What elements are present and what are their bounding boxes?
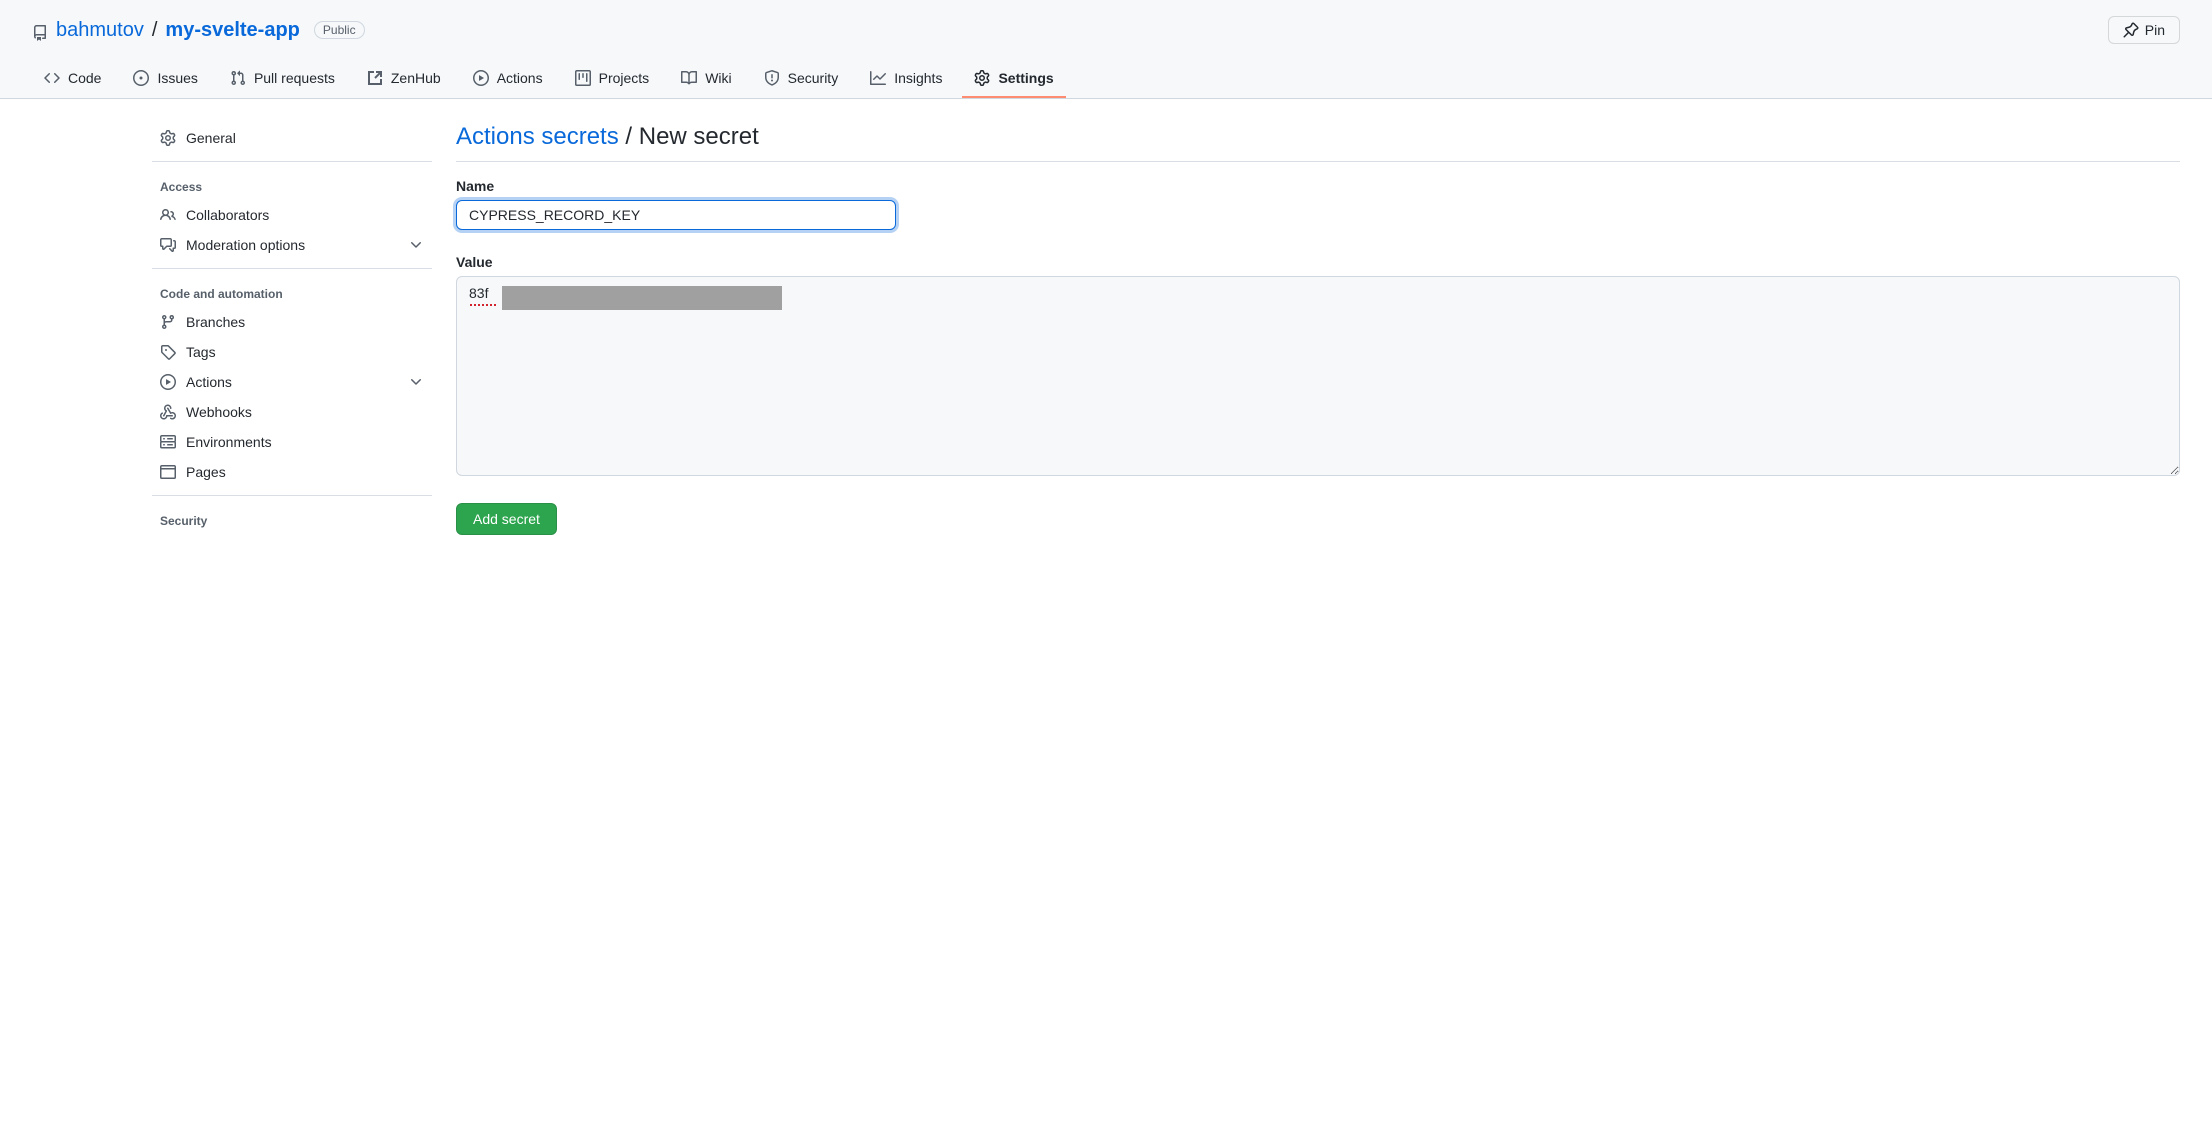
gear-icon bbox=[974, 70, 990, 86]
git-pull-request-icon bbox=[230, 70, 246, 86]
settings-sidebar: General Access Collaborators Moderation … bbox=[152, 123, 432, 550]
sidebar-item-webhooks[interactable]: Webhooks bbox=[152, 397, 432, 427]
sidebar-item-collaborators[interactable]: Collaborators bbox=[152, 200, 432, 230]
sidebar-item-pages[interactable]: Pages bbox=[152, 457, 432, 487]
gear-icon bbox=[160, 130, 176, 146]
sidebar-section-access: Access bbox=[152, 170, 432, 200]
tab-issues[interactable]: Issues bbox=[121, 60, 209, 98]
pin-button[interactable]: Pin bbox=[2108, 16, 2180, 44]
repo-nav: Code Issues Pull requests ZenHub Actions… bbox=[32, 60, 2180, 98]
server-icon bbox=[160, 434, 176, 450]
comment-discussion-icon bbox=[160, 237, 176, 253]
browser-icon bbox=[160, 464, 176, 480]
graph-icon bbox=[870, 70, 886, 86]
sidebar-item-tags[interactable]: Tags bbox=[152, 337, 432, 367]
book-icon bbox=[681, 70, 697, 86]
webhook-icon bbox=[160, 404, 176, 420]
tab-zenhub[interactable]: ZenHub bbox=[355, 60, 453, 98]
pin-icon bbox=[2123, 22, 2139, 38]
repo-title-row: bahmutov / my-svelte-app Public Pin bbox=[32, 16, 2180, 60]
chevron-down-icon bbox=[408, 237, 424, 253]
tab-projects[interactable]: Projects bbox=[563, 60, 662, 98]
tag-icon bbox=[160, 344, 176, 360]
breadcrumb-actions-secrets[interactable]: Actions secrets bbox=[456, 123, 619, 150]
sidebar-section-code: Code and automation bbox=[152, 277, 432, 307]
play-icon bbox=[473, 70, 489, 86]
zenhub-icon bbox=[367, 70, 383, 86]
tab-pull-requests[interactable]: Pull requests bbox=[218, 60, 347, 98]
add-secret-button[interactable]: Add secret bbox=[456, 503, 557, 535]
chevron-down-icon bbox=[408, 374, 424, 390]
people-icon bbox=[160, 207, 176, 223]
sidebar-item-environments[interactable]: Environments bbox=[152, 427, 432, 457]
visibility-badge: Public bbox=[314, 21, 365, 39]
sidebar-item-general[interactable]: General bbox=[152, 123, 432, 153]
sidebar-section-security: Security bbox=[152, 504, 432, 534]
path-separator: / bbox=[152, 19, 158, 42]
main-content: Actions secrets / New secret Name Value … bbox=[456, 123, 2180, 550]
code-icon bbox=[44, 70, 60, 86]
value-label: Value bbox=[456, 254, 2180, 270]
git-branch-icon bbox=[160, 314, 176, 330]
tab-settings[interactable]: Settings bbox=[962, 60, 1065, 98]
sidebar-item-moderation[interactable]: Moderation options bbox=[152, 230, 432, 260]
play-icon bbox=[160, 374, 176, 390]
owner-link[interactable]: bahmutov bbox=[56, 19, 144, 42]
project-icon bbox=[575, 70, 591, 86]
secret-name-input[interactable] bbox=[456, 200, 896, 230]
secret-value-textarea[interactable] bbox=[456, 276, 2180, 476]
tab-security[interactable]: Security bbox=[752, 60, 851, 98]
page-title: Actions secrets / New secret bbox=[456, 123, 2180, 162]
pin-button-label: Pin bbox=[2145, 22, 2165, 38]
repo-icon bbox=[32, 19, 48, 42]
issue-icon bbox=[133, 70, 149, 86]
shield-icon bbox=[764, 70, 780, 86]
sidebar-item-actions[interactable]: Actions bbox=[152, 367, 432, 397]
tab-insights[interactable]: Insights bbox=[858, 60, 954, 98]
sidebar-item-branches[interactable]: Branches bbox=[152, 307, 432, 337]
tab-actions[interactable]: Actions bbox=[461, 60, 555, 98]
repo-link[interactable]: my-svelte-app bbox=[165, 19, 300, 42]
name-label: Name bbox=[456, 178, 2180, 194]
tab-code[interactable]: Code bbox=[32, 60, 113, 98]
tab-wiki[interactable]: Wiki bbox=[669, 60, 743, 98]
